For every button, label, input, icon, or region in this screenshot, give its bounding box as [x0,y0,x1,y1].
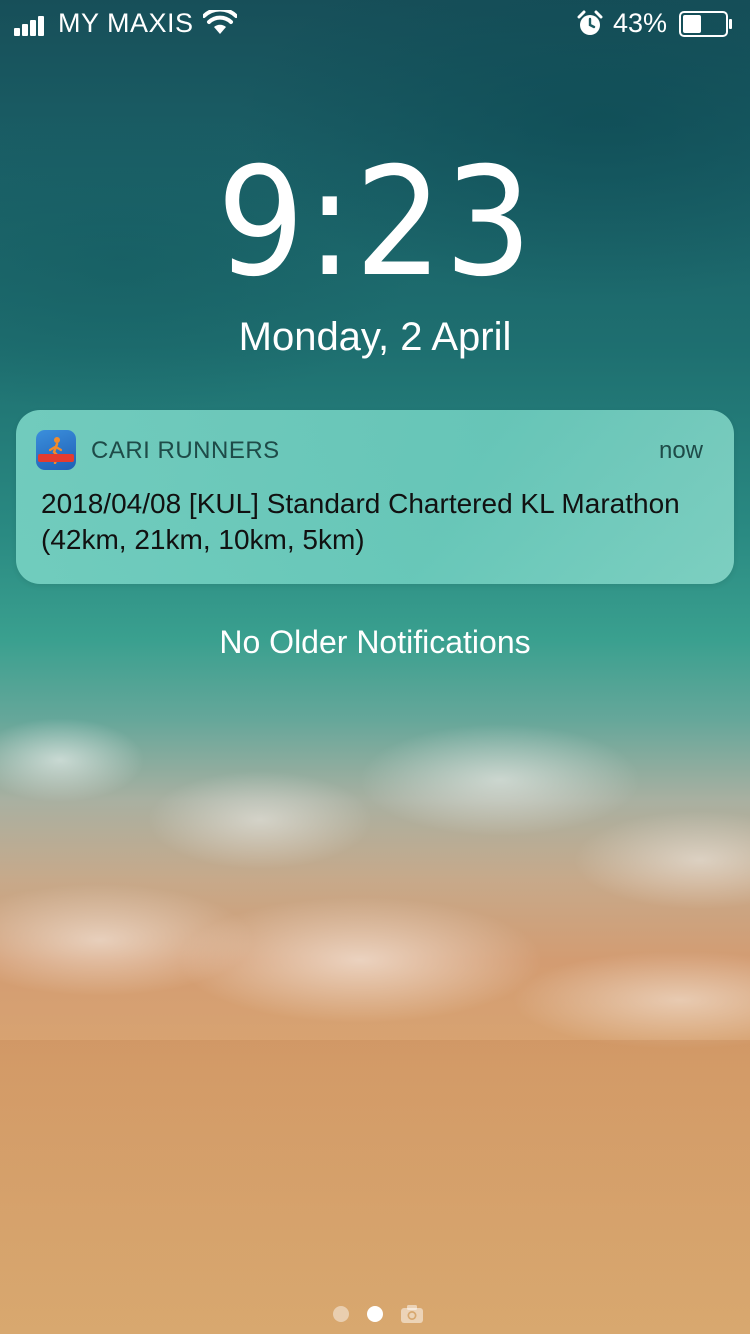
notification-body: 2018/04/08 [KUL] Standard Chartered KL M… [41,488,680,555]
notification-app-name: CARI RUNNERS [91,437,280,464]
battery-icon [679,11,732,37]
clock-time: 9:23 [216,136,534,310]
app-logo-banner [38,454,74,462]
status-bar: MY MAXIS 43% [0,0,750,48]
battery-percentage: 43% [613,8,668,38]
wallpaper-foam [0,640,750,1100]
carrier-name: MY MAXIS [58,8,194,38]
wallpaper-sand [0,1040,750,1334]
notification-time: now [658,437,703,464]
signal-icon [14,14,52,36]
no-older-notifications-label: No Older Notifications [219,624,531,660]
page-indicator[interactable] [330,1302,430,1326]
alarm-icon [577,10,603,35]
cari-runners-app-icon [36,430,76,470]
notification-card[interactable]: CARI RUNNERS now 2018/04/08 [KUL] Standa… [16,410,734,584]
lock-screen: MY MAXIS 43% 9:23 Monday, 2 April CARI R… [0,0,750,1334]
camera-icon[interactable] [400,1304,424,1324]
page-dot-2[interactable] [367,1306,383,1322]
page-dot-1[interactable] [333,1306,349,1322]
lock-date: Monday, 2 April [238,315,512,359]
lock-clock: 9:23 [0,148,750,298]
wifi-icon [203,10,237,34]
